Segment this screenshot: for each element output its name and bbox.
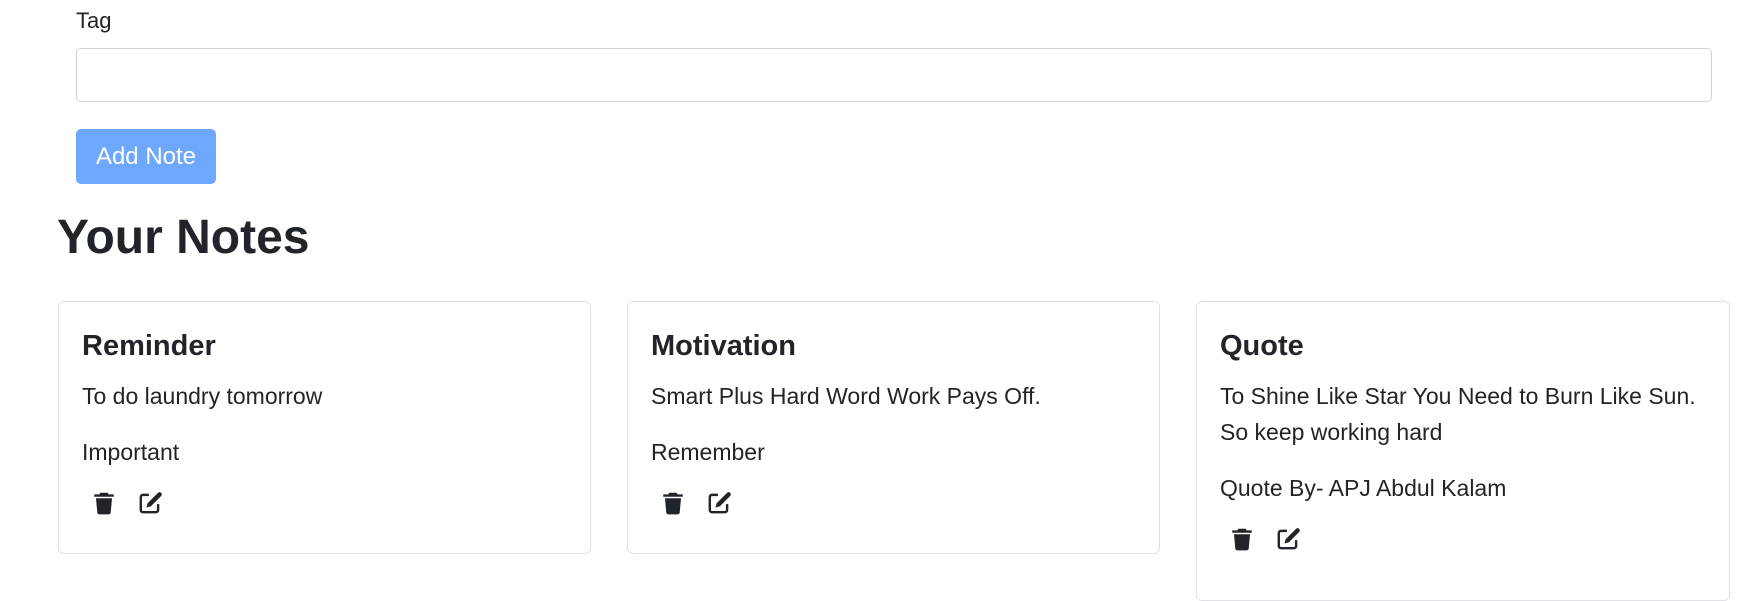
edit-icon[interactable] (137, 490, 163, 516)
tag-input[interactable] (76, 48, 1712, 102)
edit-icon[interactable] (1275, 526, 1301, 552)
note-card: Reminder To do laundry tomorrow Importan… (58, 301, 591, 554)
note-title: Quote (1220, 330, 1304, 362)
note-description: To do laundry tomorrow (82, 383, 323, 409)
note-tag: Important (82, 439, 180, 465)
note-actions (82, 490, 567, 516)
note-title: Motivation (651, 330, 796, 362)
note-description: To Shine Like Star You Need to Burn Like… (1220, 383, 1696, 445)
your-notes-heading: Your Notes (57, 211, 310, 264)
edit-icon[interactable] (706, 490, 732, 516)
add-note-button[interactable]: Add Note (76, 129, 216, 184)
note-card: Motivation Smart Plus Hard Word Work Pay… (627, 301, 1160, 554)
trash-icon[interactable] (1229, 526, 1255, 552)
tag-label: Tag (76, 8, 112, 33)
note-tag: Remember (651, 439, 765, 465)
note-actions (651, 490, 1136, 516)
note-tag: Quote By- APJ Abdul Kalam (1220, 475, 1507, 501)
trash-icon[interactable] (91, 490, 117, 516)
note-actions (1220, 526, 1706, 552)
note-title: Reminder (82, 330, 216, 362)
note-description: Smart Plus Hard Word Work Pays Off. (651, 383, 1041, 409)
trash-icon[interactable] (660, 490, 686, 516)
note-card: Quote To Shine Like Star You Need to Bur… (1196, 301, 1730, 601)
